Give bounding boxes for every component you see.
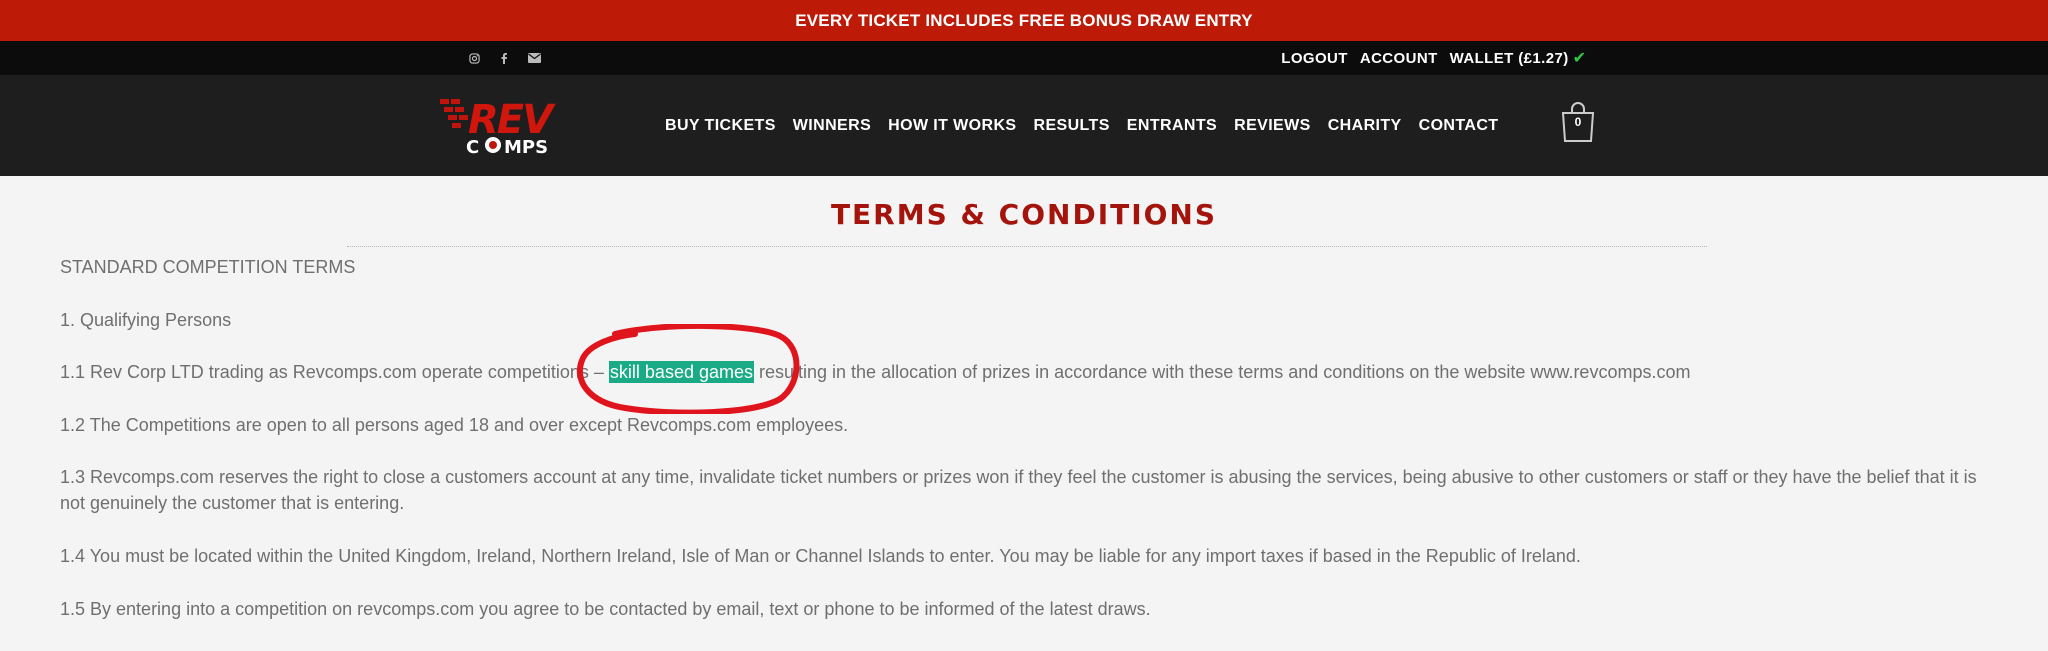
account-link[interactable]: ACCOUNT [1360, 50, 1438, 67]
term-1-1-text-end: resulting in the allocation of prizes in… [754, 362, 1691, 382]
nav-contact[interactable]: CONTACT [1419, 117, 1499, 135]
nav-entrants[interactable]: ENTRANTS [1127, 117, 1217, 135]
cart-count: 0 [1574, 115, 1582, 129]
term-1-1-text-start: 1.1 Rev Corp LTD trading as Revcomps.com… [60, 362, 609, 382]
nav-winners[interactable]: WINNERS [793, 117, 871, 135]
nav-results[interactable]: RESULTS [1034, 117, 1110, 135]
social-links [466, 41, 542, 75]
promo-text: EVERY TICKET INCLUDES FREE BONUS DRAW EN… [795, 10, 1253, 30]
highlighted-text: skill based games [608, 361, 754, 383]
utility-bar: LOGOUT ACCOUNT WALLET (£1.27) ✔ [0, 41, 2048, 75]
term-1-5: 1.5 By entering into a competition on re… [60, 599, 1151, 619]
logout-link[interactable]: LOGOUT [1281, 50, 1348, 67]
page-title: TERMS & CONDITIONS [830, 198, 1218, 231]
nav-charity[interactable]: CHARITY [1328, 117, 1402, 135]
instagram-icon[interactable] [466, 50, 482, 66]
facebook-icon[interactable] [496, 50, 512, 66]
cart-button[interactable]: 0 [1559, 101, 1597, 145]
nav-how-it-works[interactable]: HOW IT WORKS [888, 117, 1016, 135]
main-nav: REV C MPS BUY TICKETS WINNERS HOW IT WOR… [0, 75, 2048, 176]
email-icon[interactable] [526, 50, 542, 66]
revcomps-logo[interactable]: REV C MPS [438, 95, 600, 158]
term-1-1: 1.1 Rev Corp LTD trading as Revcomps.com… [60, 359, 1990, 385]
checkmark-icon: ✔ [1572, 50, 1586, 67]
term-1-2: 1.2 The Competitions are open to all per… [60, 415, 849, 435]
nav-buy-tickets[interactable]: BUY TICKETS [665, 117, 776, 135]
nav-reviews[interactable]: REVIEWS [1234, 117, 1311, 135]
promo-bar: EVERY TICKET INCLUDES FREE BONUS DRAW EN… [0, 0, 2048, 41]
account-links: LOGOUT ACCOUNT WALLET (£1.27) ✔ [1281, 41, 1586, 75]
wallet-link[interactable]: WALLET (£1.27) [1450, 50, 1569, 67]
svg-text:MPS: MPS [504, 137, 548, 155]
term-1-3: 1.3 Revcomps.com reserves the right to c… [60, 467, 1977, 513]
title-divider [347, 246, 1707, 247]
terms-content: TERMS & CONDITIONS STANDARD COMPETITION … [0, 176, 2048, 651]
term-1-4: 1.4 You must be located within the Unite… [60, 546, 1581, 566]
main-menu: BUY TICKETS WINNERS HOW IT WORKS RESULTS… [665, 75, 1498, 176]
section-1-heading: 1. Qualifying Persons [60, 310, 232, 330]
terms-heading: STANDARD COMPETITION TERMS [60, 257, 356, 277]
svg-text:C: C [466, 137, 479, 155]
